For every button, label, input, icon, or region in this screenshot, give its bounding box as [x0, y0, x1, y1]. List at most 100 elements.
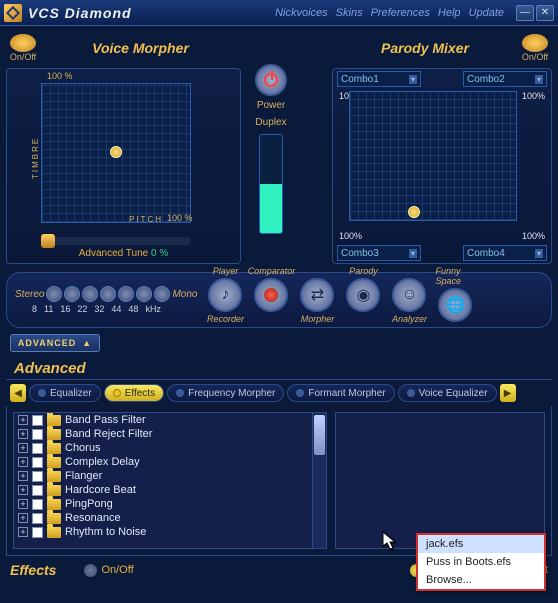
expand-icon[interactable]: +	[18, 499, 28, 509]
tab-voice-equalizer[interactable]: Voice Equalizer	[398, 384, 497, 402]
menu-skins[interactable]: Skins	[336, 7, 363, 19]
menu-update[interactable]: Update	[469, 7, 504, 19]
combo4-select[interactable]: Combo4	[463, 245, 547, 261]
effect-checkbox[interactable]	[32, 513, 43, 524]
menu-item-pussinboots[interactable]: Puss in Boots.efs	[418, 553, 544, 571]
folder-icon	[47, 513, 61, 524]
vm-panel: 100 % TIMBRE PITCH 100 % Advanced Tune 0…	[6, 68, 241, 264]
expand-icon[interactable]: +	[18, 527, 28, 537]
advanced-tabs: ◀ Equalizer Effects Frequency Morpher Fo…	[6, 379, 552, 406]
recorder-button[interactable]	[254, 278, 288, 312]
combo3-select[interactable]: Combo3	[337, 245, 421, 261]
parody-button[interactable]: ☺	[392, 278, 426, 312]
effect-checkbox[interactable]	[32, 415, 43, 426]
menu-nickvoices[interactable]: Nickvoices	[275, 7, 328, 19]
effect-checkbox[interactable]	[32, 429, 43, 440]
vm-timbre-pct: 100 %	[47, 71, 73, 81]
adv-tune-handle[interactable]	[41, 234, 55, 248]
effect-checkbox[interactable]	[32, 527, 43, 538]
minimize-button[interactable]: —	[516, 5, 534, 21]
menu-item-browse[interactable]: Browse...	[418, 571, 544, 589]
expand-icon[interactable]: +	[18, 429, 28, 439]
menu-item-jack[interactable]: jack.efs	[418, 535, 544, 553]
main-menu: Nickvoices Skins Preferences Help Update	[275, 7, 504, 19]
tab-scroll-left[interactable]: ◀	[10, 384, 26, 402]
recorder-label: Recorder	[207, 314, 244, 324]
duplex-meter[interactable]	[259, 134, 283, 234]
tab-formant-morpher[interactable]: Formant Morpher	[287, 384, 394, 402]
combo1-select[interactable]: Combo1	[337, 71, 421, 87]
tab-effects[interactable]: Effects	[104, 384, 164, 402]
effect-item[interactable]: +Chorus	[14, 441, 326, 455]
pm-marker-dot[interactable]	[408, 206, 420, 218]
rate-knob-44[interactable]	[136, 286, 152, 302]
tool-buttons: Player♪Recorder Comparator ⇄Morpher Paro…	[205, 266, 475, 334]
adv-tune-slider[interactable]	[41, 237, 191, 245]
scrollbar-thumb[interactable]	[314, 415, 325, 455]
effects-scrollbar[interactable]	[312, 413, 326, 548]
expand-icon[interactable]: +	[18, 513, 28, 523]
effect-item[interactable]: +Band Pass Filter	[14, 413, 326, 427]
expand-icon[interactable]: +	[18, 471, 28, 481]
sample-rate-group: Stereo Mono 8111622324448kHz	[15, 286, 197, 314]
effect-checkbox[interactable]	[32, 499, 43, 510]
effect-checkbox[interactable]	[32, 485, 43, 496]
player-button[interactable]: ♪	[208, 278, 242, 312]
tab-equalizer[interactable]: Equalizer	[29, 384, 101, 402]
rate-knob-11[interactable]	[64, 286, 80, 302]
funnyspace-label: Funny Space	[435, 266, 475, 286]
effect-item[interactable]: +Hardcore Beat	[14, 483, 326, 497]
close-button[interactable]: ✕	[536, 5, 554, 21]
vm-marker-dot[interactable]	[110, 146, 122, 158]
effect-item[interactable]: +Rhythm to Noise	[14, 525, 326, 539]
freq-labels: 8111622324448kHz	[32, 304, 197, 314]
folder-icon	[47, 527, 61, 538]
effect-checkbox[interactable]	[32, 443, 43, 454]
effect-item[interactable]: +Complex Delay	[14, 455, 326, 469]
rate-knob-48[interactable]	[154, 286, 170, 302]
tab-scroll-right[interactable]: ▶	[500, 384, 516, 402]
effect-item[interactable]: +Flanger	[14, 469, 326, 483]
expand-icon[interactable]: +	[18, 443, 28, 453]
footer-onoff[interactable]: On/Off	[84, 564, 133, 577]
advanced-section: Advanced ◀ Equalizer Effects Frequency M…	[6, 358, 552, 556]
effect-label: Band Reject Filter	[65, 428, 152, 440]
rate-knob-8[interactable]	[46, 286, 62, 302]
expand-icon[interactable]: +	[18, 457, 28, 467]
combo2-select[interactable]: Combo2	[463, 71, 547, 87]
cursor-icon	[382, 531, 398, 551]
effect-item[interactable]: +Resonance	[14, 511, 326, 525]
menu-preferences[interactable]: Preferences	[371, 7, 430, 19]
rate-knob-22[interactable]	[100, 286, 116, 302]
rate-knob-32[interactable]	[118, 286, 134, 302]
vm-onoff-button[interactable]	[10, 34, 36, 52]
tab-frequency-morpher[interactable]: Frequency Morpher	[167, 384, 284, 402]
comparator-button[interactable]: ⇄	[300, 278, 334, 312]
advanced-toggle-button[interactable]: ADVANCED▲	[10, 334, 100, 352]
effect-checkbox[interactable]	[32, 457, 43, 468]
vm-pitch-axis: PITCH	[129, 215, 163, 224]
pm-title: Parody Mixer	[332, 40, 518, 56]
effect-item[interactable]: +PingPong	[14, 497, 326, 511]
pm-grid[interactable]	[349, 91, 517, 221]
pm-onoff-button[interactable]	[522, 34, 548, 52]
vm-onoff-group: On/Off	[6, 34, 40, 62]
expand-icon[interactable]: +	[18, 485, 28, 495]
effect-item[interactable]: + Band Reject Filter	[14, 427, 326, 441]
rate-knob-16[interactable]	[82, 286, 98, 302]
pm-pct3: 100%	[339, 231, 362, 241]
morpher-label: Morpher	[301, 314, 335, 324]
power-icon	[264, 73, 278, 87]
morpher-button[interactable]: ◉	[346, 278, 380, 312]
adv-tune-label: Advanced Tune	[79, 248, 149, 259]
power-button[interactable]	[255, 64, 287, 96]
effect-checkbox[interactable]	[32, 471, 43, 482]
vm-grid[interactable]	[41, 83, 191, 223]
analyzer-label: Analyzer	[392, 314, 427, 324]
tab-dot-icon	[296, 389, 304, 397]
analyzer-button[interactable]: 🌐	[438, 288, 472, 322]
menu-help[interactable]: Help	[438, 7, 461, 19]
adv-tune-row: Advanced Tune 0 %	[7, 248, 240, 259]
folder-icon	[47, 471, 61, 482]
expand-icon[interactable]: +	[18, 415, 28, 425]
